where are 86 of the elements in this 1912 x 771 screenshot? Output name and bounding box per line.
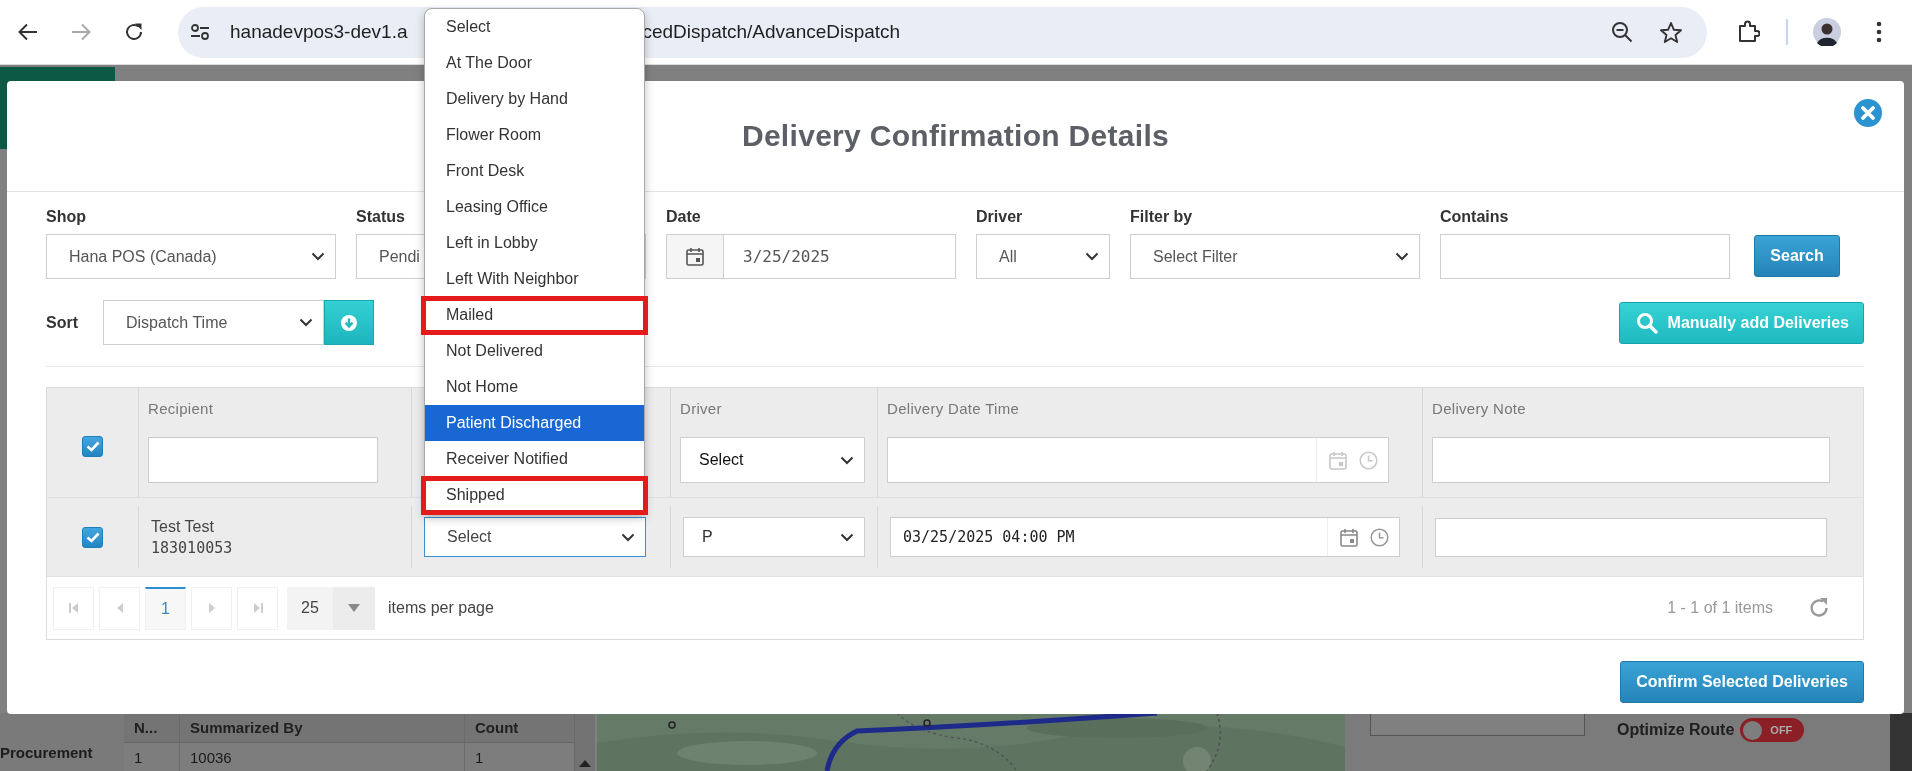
column-header: Driver bbox=[680, 400, 723, 418]
items-per-page-label: items per page bbox=[388, 599, 494, 617]
avatar-icon[interactable] bbox=[1813, 18, 1841, 46]
extension-icon[interactable] bbox=[1736, 20, 1760, 44]
arrow-left-icon bbox=[18, 23, 38, 41]
filter-field[interactable] bbox=[148, 437, 378, 483]
menu-item[interactable]: Leasing Office bbox=[425, 189, 644, 225]
arrow-right-icon bbox=[71, 23, 91, 41]
last-page-icon bbox=[252, 603, 263, 613]
chevron-down-icon bbox=[299, 318, 313, 327]
checkbox[interactable] bbox=[82, 436, 103, 457]
triangle-left-icon bbox=[115, 603, 124, 613]
search-icon bbox=[1635, 311, 1658, 334]
option-label: Optimize Route bbox=[1617, 721, 1735, 739]
menu-item[interactable]: Left in Lobby bbox=[425, 225, 644, 261]
side-panel bbox=[1890, 713, 1912, 771]
recipient-id: 183010053 bbox=[151, 538, 233, 557]
menu-item[interactable]: Mailed bbox=[425, 297, 644, 333]
dropdown-field[interactable]: All bbox=[976, 234, 1110, 279]
recipient-name: Test Test bbox=[151, 517, 214, 536]
field-label: Shop bbox=[46, 208, 87, 226]
chevron-down-icon bbox=[621, 532, 635, 542]
datetime-field[interactable]: 03/25/2025 04:00 PM bbox=[890, 517, 1400, 557]
text-field[interactable] bbox=[1440, 234, 1730, 279]
menu-item[interactable]: Shipped bbox=[425, 477, 644, 513]
star-icon[interactable] bbox=[1659, 20, 1683, 44]
zoom-out-icon[interactable] bbox=[1611, 21, 1633, 43]
menu-item[interactable]: Delivery by Hand bbox=[425, 81, 644, 117]
dialog-title: Delivery Confirmation Details bbox=[741, 119, 1170, 153]
table-cell: 10036 bbox=[180, 743, 465, 771]
filter-field[interactable] bbox=[1432, 437, 1830, 483]
note-field[interactable] bbox=[1435, 517, 1827, 557]
column-header: Delivery Date Time bbox=[887, 400, 1021, 418]
table-cell: 1 bbox=[124, 743, 180, 771]
dropdown-field[interactable]: Select bbox=[424, 517, 646, 557]
chevron-down-icon bbox=[840, 455, 854, 465]
field-label: Sort bbox=[46, 313, 79, 332]
refresh-icon[interactable] bbox=[1808, 597, 1830, 619]
sort-direction-button[interactable] bbox=[324, 300, 374, 345]
sidebar-item[interactable]: Procurement bbox=[0, 744, 93, 761]
dropdown-field[interactable]: Select bbox=[680, 437, 865, 483]
url-text: hanadevpos3-dev1.a bbox=[230, 21, 408, 43]
checkbox[interactable] bbox=[82, 526, 103, 548]
menu-item[interactable]: Not Home bbox=[425, 369, 644, 405]
reload-icon bbox=[124, 22, 144, 42]
dropdown-field[interactable]: Dispatch Time bbox=[103, 300, 324, 345]
chevron-down-icon bbox=[311, 252, 325, 261]
dropdown-field[interactable]: P bbox=[683, 517, 865, 557]
menu-item[interactable]: Receiver Notified bbox=[425, 441, 644, 477]
dropdown-field[interactable]: Hana POS (Canada) bbox=[46, 234, 336, 279]
calendar-icon[interactable] bbox=[686, 247, 704, 266]
checkmark-icon bbox=[85, 531, 100, 543]
menu-item[interactable]: Patient Discharged bbox=[425, 405, 644, 441]
arrow-down-icon bbox=[341, 314, 357, 331]
chevron-down-icon bbox=[1395, 252, 1409, 261]
chevron-down-icon bbox=[1085, 252, 1099, 261]
url-text: cedDispatch/AdvanceDispatch bbox=[642, 21, 901, 43]
dropdown-field[interactable]: Select Filter bbox=[1130, 234, 1420, 279]
triangle-right-icon bbox=[207, 603, 216, 613]
page-size-dropdown[interactable]: 25 bbox=[287, 586, 375, 630]
field-label: Status bbox=[356, 208, 406, 226]
column-header: Recipient bbox=[148, 400, 215, 418]
field-label: Driver bbox=[976, 208, 1024, 226]
input-field[interactable] bbox=[1370, 713, 1585, 736]
field-label: Contains bbox=[1440, 208, 1510, 226]
checkmark-icon bbox=[85, 441, 100, 452]
calendar-icon[interactable] bbox=[1340, 527, 1358, 547]
menu-item[interactable]: Not Delivered bbox=[425, 333, 644, 369]
column-header: Delivery Note bbox=[1432, 400, 1527, 418]
close-icon[interactable] bbox=[1853, 98, 1883, 128]
menu-item[interactable]: Select bbox=[425, 9, 644, 45]
scrollbar[interactable] bbox=[575, 713, 595, 771]
first-page-icon bbox=[68, 603, 79, 613]
menu-item[interactable]: Left With Neighbor bbox=[425, 261, 644, 297]
caret-icon bbox=[348, 604, 360, 612]
field-label: Date bbox=[666, 208, 702, 226]
menu-item[interactable]: Flower Room bbox=[425, 117, 644, 153]
clock-icon[interactable] bbox=[1370, 527, 1389, 547]
date-field[interactable]: 3/25/2025 bbox=[666, 234, 956, 279]
arrow-up-icon[interactable] bbox=[579, 759, 591, 767]
menu-item[interactable]: Front Desk bbox=[425, 153, 644, 189]
menu-icon[interactable] bbox=[1876, 21, 1882, 43]
toggle-switch[interactable]: OFF bbox=[1740, 718, 1805, 742]
field-label: Filter by bbox=[1130, 208, 1194, 226]
items-summary: 1 - 1 of 1 items bbox=[1667, 599, 1773, 617]
chevron-down-icon bbox=[840, 532, 854, 542]
